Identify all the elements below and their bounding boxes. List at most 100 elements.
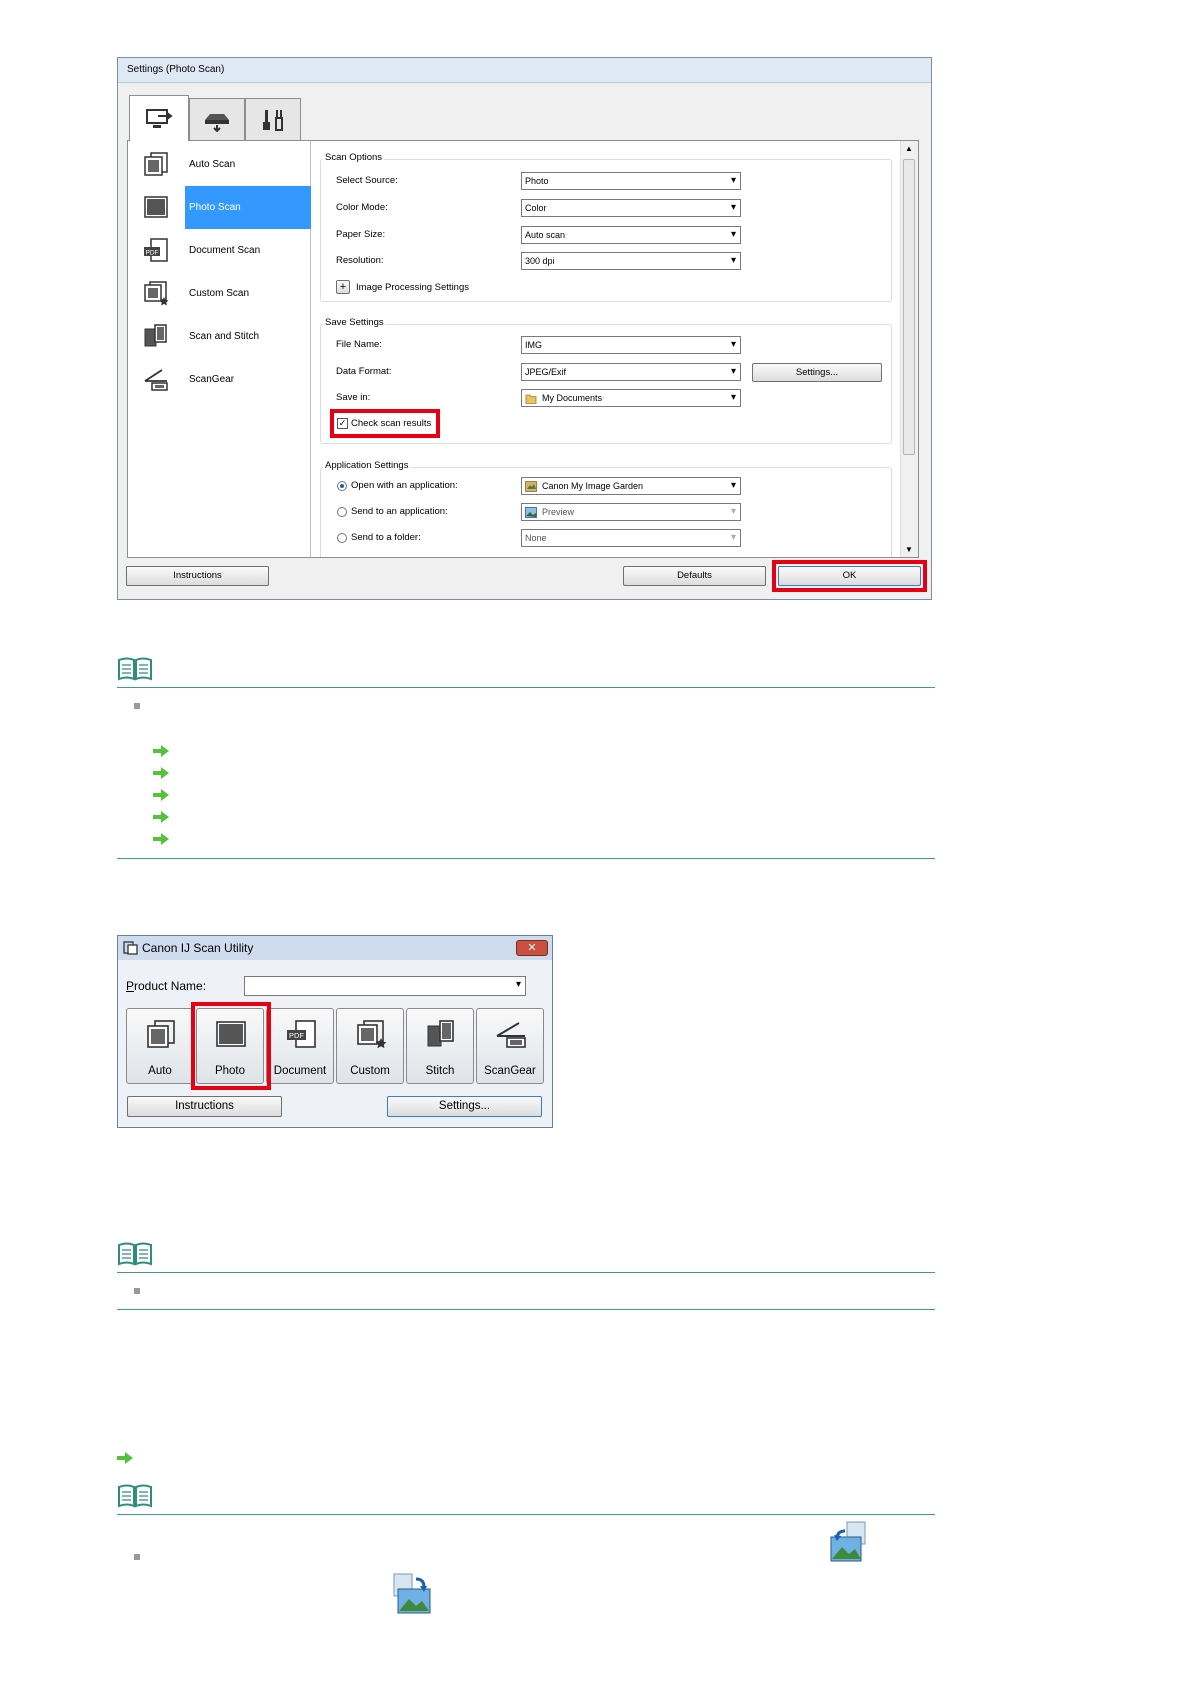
scangear-button[interactable]: ScanGear <box>476 1008 544 1084</box>
image-processing-settings-label[interactable]: Image Processing Settings <box>356 282 469 293</box>
send-to-folder-radio[interactable] <box>337 533 347 543</box>
settings-content: Scan Options Select Source: Photo Color … <box>311 141 901 557</box>
ij-scan-utility-window: Canon IJ Scan Utility ✕ Product Name: Au… <box>117 935 553 1128</box>
app-icon <box>123 941 138 955</box>
note-divider <box>117 858 935 859</box>
save-settings-title: Save Settings <box>323 317 386 328</box>
scrollbar-thumb[interactable] <box>903 159 915 455</box>
highlight-photo-button <box>191 1002 271 1090</box>
stitch-button[interactable]: Stitch <box>406 1008 474 1084</box>
tab-scan-from-computer[interactable] <box>129 95 189 141</box>
scan-from-computer-icon <box>146 108 173 128</box>
send-to-folder-label: Send to a folder: <box>351 532 421 543</box>
select-source-dropdown[interactable]: Photo <box>521 172 741 190</box>
open-with-app-label: Open with an application: <box>351 480 458 491</box>
save-in-dropdown[interactable]: My Documents <box>521 389 741 407</box>
settings-dialog: Settings (Photo Scan) Auto Scan Photo Sc… <box>117 57 932 600</box>
scan-and-stitch-icon <box>144 324 167 347</box>
switch-view-icon[interactable] <box>825 1519 871 1565</box>
note-divider <box>117 687 935 688</box>
scan-type-list: Auto Scan Photo Scan PDF Document Scan C… <box>128 141 311 557</box>
expand-icon[interactable]: + <box>336 280 350 294</box>
note-book-icon <box>118 1242 152 1266</box>
instructions-button[interactable]: Instructions <box>126 566 269 586</box>
open-with-app-dropdown[interactable]: Canon My Image Garden <box>521 477 741 495</box>
list-item-scangear[interactable]: ScanGear <box>128 358 310 401</box>
data-format-label: Data Format: <box>336 366 392 377</box>
instructions-button[interactable]: Instructions <box>127 1096 282 1117</box>
product-name-dropdown[interactable] <box>244 976 526 996</box>
note-divider <box>117 1514 935 1515</box>
close-button[interactable]: ✕ <box>516 940 548 956</box>
scroll-down-icon[interactable]: ▼ <box>905 545 913 554</box>
link-arrow-icon[interactable] <box>153 745 169 757</box>
scroll-up-icon[interactable]: ▲ <box>905 144 913 153</box>
resolution-label: Resolution: <box>336 255 384 266</box>
data-format-dropdown[interactable]: JPEG/Exif <box>521 363 741 381</box>
link-arrow-icon[interactable] <box>153 767 169 779</box>
list-item-auto-scan[interactable]: Auto Scan <box>128 143 310 186</box>
photo-scan-icon <box>144 196 168 218</box>
link-arrow-icon[interactable] <box>153 811 169 823</box>
auto-button[interactable]: Auto <box>126 1008 194 1084</box>
note-book-icon <box>118 657 152 681</box>
file-name-label: File Name: <box>336 339 382 350</box>
send-to-app-radio[interactable] <box>337 507 347 517</box>
tab-scan-from-operation-panel[interactable] <box>189 98 245 140</box>
svg-text:PDF: PDF <box>146 250 159 257</box>
select-source-label: Select Source: <box>336 175 398 186</box>
note-bullet <box>134 1288 140 1294</box>
document-scan-icon: PDF <box>287 1020 316 1048</box>
settings-button[interactable]: Settings... <box>387 1096 542 1117</box>
defaults-button[interactable]: Defaults <box>623 566 766 586</box>
color-mode-label: Color Mode: <box>336 202 388 213</box>
data-format-settings-button[interactable]: Settings... <box>752 363 882 382</box>
vertical-scrollbar[interactable]: ▲ ▼ <box>900 141 918 557</box>
auto-scan-icon <box>144 152 168 176</box>
dialog-title: Settings (Photo Scan) <box>118 58 931 83</box>
link-arrow-icon[interactable] <box>153 833 169 845</box>
send-to-app-label: Send to an application: <box>351 506 448 517</box>
image-garden-icon <box>525 481 537 492</box>
tab-general-settings[interactable] <box>245 98 301 140</box>
link-arrow-icon[interactable] <box>117 1452 133 1464</box>
custom-scan-icon <box>144 281 169 306</box>
application-settings-title: Application Settings <box>323 460 411 471</box>
open-with-app-radio[interactable] <box>337 481 347 491</box>
list-item-document-scan[interactable]: PDF Document Scan <box>128 229 310 272</box>
folder-icon <box>525 394 537 404</box>
paper-size-label: Paper Size: <box>336 229 386 240</box>
list-item-custom-scan[interactable]: Custom Scan <box>128 272 310 315</box>
note-bullet <box>134 703 140 709</box>
note-bullet <box>134 1554 140 1560</box>
note-divider <box>117 1309 935 1310</box>
auto-scan-icon <box>147 1020 175 1048</box>
switch-view-icon[interactable] <box>390 1571 436 1617</box>
link-arrow-icon[interactable] <box>153 789 169 801</box>
preview-icon <box>525 507 537 518</box>
list-item-photo-scan[interactable]: Photo Scan <box>128 186 311 229</box>
send-to-folder-dropdown[interactable]: None <box>521 529 741 547</box>
window-title: Canon IJ Scan Utility <box>118 936 552 960</box>
file-name-field[interactable]: IMG <box>521 336 741 354</box>
document-scan-icon: PDF <box>144 238 168 262</box>
scangear-icon <box>144 369 168 391</box>
custom-button[interactable]: Custom <box>336 1008 404 1084</box>
scangear-icon <box>496 1022 526 1048</box>
highlight-ok-button <box>772 560 927 592</box>
paper-size-dropdown[interactable]: Auto scan <box>521 226 741 244</box>
document-button[interactable]: PDF Document <box>266 1008 334 1084</box>
list-item-scan-and-stitch[interactable]: Scan and Stitch <box>128 315 310 358</box>
note-book-icon <box>118 1484 152 1508</box>
general-settings-icon <box>263 109 283 131</box>
color-mode-dropdown[interactable]: Color <box>521 199 741 217</box>
svg-text:PDF: PDF <box>289 1031 304 1040</box>
highlight-check-scan-results <box>330 409 440 438</box>
scan-options-title: Scan Options <box>323 152 385 163</box>
save-in-label: Save in: <box>336 392 371 403</box>
send-to-app-dropdown[interactable]: Preview <box>521 503 741 521</box>
resolution-dropdown[interactable]: 300 dpi <box>521 252 741 270</box>
scan-and-stitch-icon <box>427 1020 454 1047</box>
scan-from-operation-panel-icon <box>205 113 229 132</box>
note-divider <box>117 1272 935 1273</box>
